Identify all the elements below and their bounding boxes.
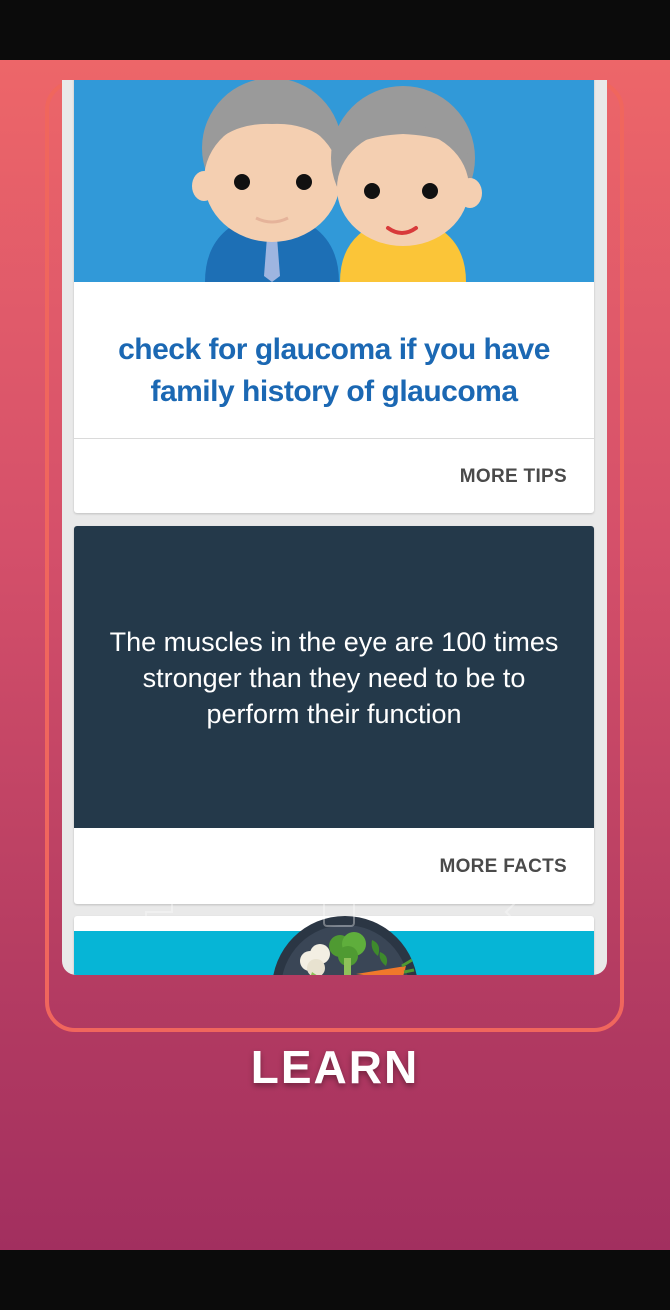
more-facts-button[interactable]: MORE FACTS bbox=[439, 856, 567, 878]
elderly-couple-illustration bbox=[74, 80, 594, 282]
food-card bbox=[74, 916, 594, 975]
fact-card: The muscles in the eye are 100 times str… bbox=[74, 526, 594, 904]
fact-panel: The muscles in the eye are 100 times str… bbox=[74, 526, 594, 828]
tip-card: check for glaucoma if you have family hi… bbox=[74, 80, 594, 513]
fact-text: The muscles in the eye are 100 times str… bbox=[109, 627, 559, 729]
card-divider bbox=[74, 438, 594, 439]
promo-background: check for glaucoma if you have family hi… bbox=[0, 60, 670, 1250]
phone-screen: check for glaucoma if you have family hi… bbox=[62, 80, 607, 975]
vegetable-plate-illustration bbox=[273, 916, 417, 975]
tip-text: check for glaucoma if you have family hi… bbox=[118, 333, 550, 408]
bottom-bar bbox=[0, 1250, 670, 1310]
more-tips-button[interactable]: MORE TIPS bbox=[460, 466, 567, 488]
caption-title: LEARN bbox=[250, 1041, 420, 1093]
status-bar bbox=[0, 0, 670, 60]
